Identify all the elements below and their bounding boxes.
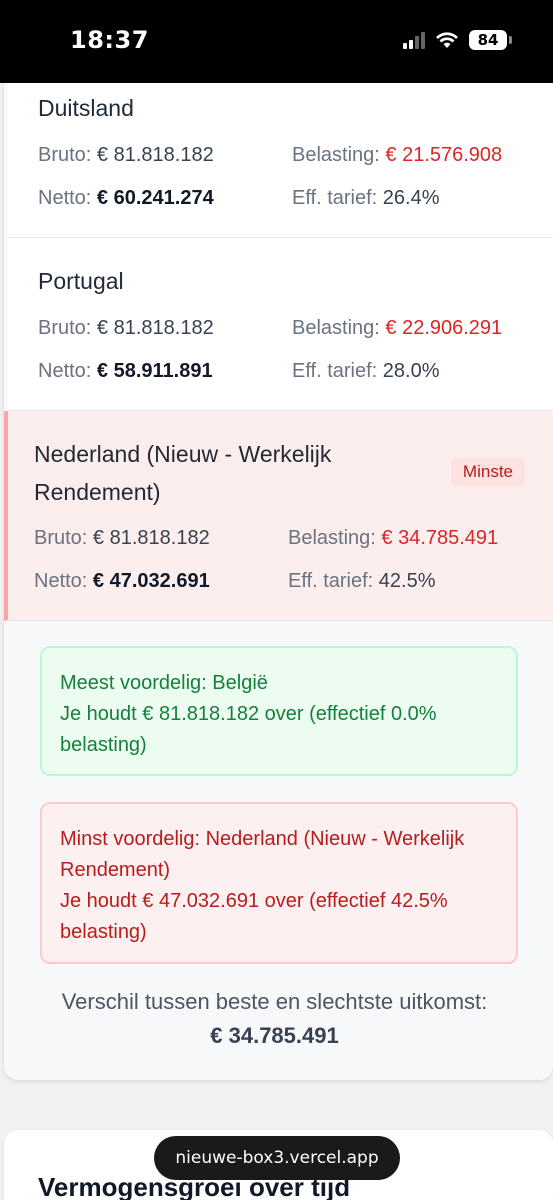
netto-value: Netto: € 47.032.691 <box>34 570 210 592</box>
belasting-value: Belasting: € 21.576.908 <box>292 144 503 166</box>
country-name: Portugal <box>38 268 124 294</box>
eff-tarief-value: Eff. tarief: 26.4% <box>292 187 440 209</box>
cellular-signal-icon <box>403 31 425 49</box>
difference-label: Verschil tussen beste en slechtste uitko… <box>61 989 488 1014</box>
wifi-icon <box>436 32 458 48</box>
worst-outcome-box: Minst voordelig: Nederland (Nieuw - Werk… <box>40 802 518 964</box>
difference-summary: Verschil tussen beste en slechtste uitko… <box>0 985 549 1053</box>
status-icons: 84 <box>403 30 512 50</box>
belasting-value: Belasting: € 22.906.291 <box>292 317 503 339</box>
bruto-value: Bruto: € 81.818.182 <box>38 144 214 166</box>
country-name: Nederland (Nieuw - Werkelijk Rendement) <box>34 441 332 505</box>
netto-value: Netto: € 58.911.891 <box>38 360 213 382</box>
url-bar[interactable]: nieuwe-box3.vercel.app <box>154 1136 400 1180</box>
eff-tarief-value: Eff. tarief: 28.0% <box>292 360 440 382</box>
status-bar: 18:37 84 <box>0 0 553 83</box>
battery-icon: 84 <box>469 30 512 50</box>
difference-amount: € 34.785.491 <box>210 1023 339 1048</box>
status-time: 18:37 <box>70 26 149 54</box>
bruto-value: Bruto: € 81.818.182 <box>34 527 210 549</box>
country-row-portugal: Portugal Bruto: € 81.818.182 Belasting: … <box>8 238 553 411</box>
country-row-nederland: Nederland (Nieuw - Werkelijk Rendement) … <box>4 411 553 621</box>
country-name: Duitsland <box>38 95 134 121</box>
netto-value: Netto: € 60.241.274 <box>38 187 214 209</box>
best-outcome-box: Meest voordelig: België Je houdt € 81.81… <box>40 646 518 776</box>
country-row-duitsland: Duitsland Bruto: € 81.818.182 Belasting:… <box>8 83 553 238</box>
eff-tarief-value: Eff. tarief: 42.5% <box>288 570 436 592</box>
belasting-value: Belasting: € 34.785.491 <box>288 527 499 549</box>
minste-badge: Minste <box>450 458 525 486</box>
bruto-value: Bruto: € 81.818.182 <box>38 317 214 339</box>
